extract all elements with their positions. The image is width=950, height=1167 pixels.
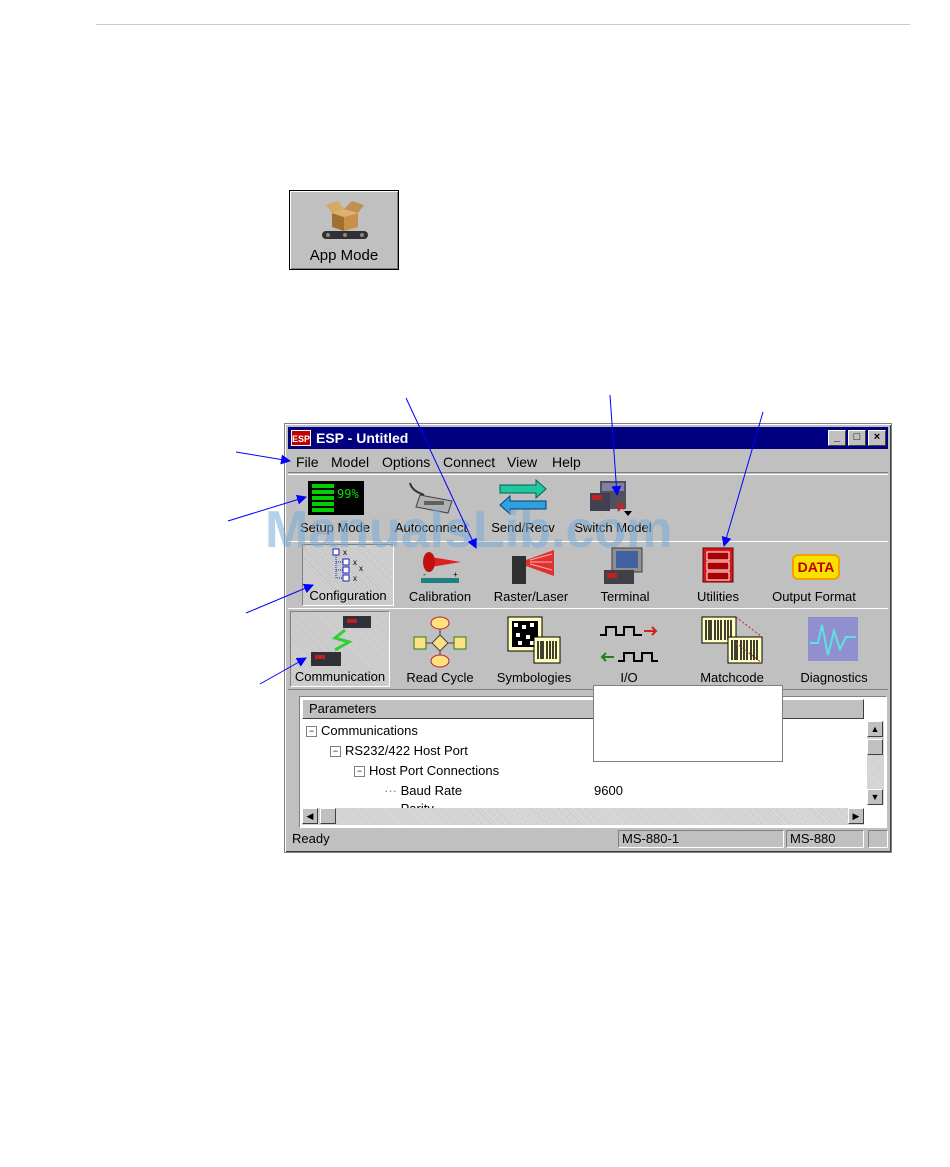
baud-rate-value[interactable]: 9600 [594, 783, 623, 798]
scroll-left-icon[interactable]: ◀ [302, 808, 318, 824]
status-device: MS-880-1 [618, 830, 784, 848]
utilities-label: Utilities [697, 589, 739, 604]
configuration-toolbar: Communication Read Cycle Symbologies I/O… [288, 608, 888, 690]
terminal-label: Terminal [600, 589, 650, 604]
communication-button[interactable]: Communication [290, 611, 390, 687]
configuration-label: Configuration [309, 588, 387, 603]
diagnostics-label: Diagnostics [800, 670, 868, 685]
svg-text:x: x [353, 574, 357, 583]
status-text: Ready [292, 831, 330, 846]
tooltip-popup [593, 685, 783, 762]
io-button[interactable]: I/O [584, 611, 674, 687]
scroll-right-icon[interactable]: ▶ [848, 808, 864, 824]
window-title: ESP - Untitled [316, 430, 409, 446]
output-format-data-icon: DATA [792, 554, 840, 580]
matchcode-button[interactable]: Matchcode [682, 611, 782, 687]
status-bar: Ready MS-880-1 MS-880 [288, 829, 888, 849]
symbologies-barcode-icon [507, 616, 561, 664]
communication-icon [311, 616, 371, 666]
horizontal-scrollbar[interactable]: ◀ ▶ [302, 808, 864, 825]
tree-row-baud-rate[interactable]: ··· Baud Rate [384, 783, 462, 798]
collapse-icon[interactable]: − [306, 726, 317, 738]
diagnostics-button[interactable]: Diagnostics [784, 611, 884, 687]
title-bar: ESP ESP - Untitled _ □ × [288, 427, 888, 449]
tree-row-host-port-connections[interactable]: − Host Port Connections [354, 763, 499, 778]
esp-logo-icon: ESP [291, 430, 311, 446]
collapse-icon[interactable]: − [330, 746, 341, 758]
arrow-menu-bar [235, 451, 291, 465]
calibration-label: Calibration [408, 589, 472, 604]
menu-options[interactable]: Options [382, 454, 430, 470]
output-format-label: Output Format [772, 589, 856, 604]
diagnostics-wave-icon [808, 617, 858, 661]
io-label: I/O [620, 670, 638, 685]
esp-window: ESP ESP - Untitled _ □ × File Model Opti… [284, 423, 892, 853]
matchcode-label: Matchcode [700, 670, 764, 685]
maximize-button[interactable]: □ [848, 430, 866, 446]
svg-text:+: + [453, 570, 458, 579]
read-cycle-flow-icon [413, 616, 467, 668]
tree-row-label: Communications [321, 723, 418, 738]
collapse-icon[interactable]: − [354, 766, 365, 778]
status-model: MS-880 [786, 830, 864, 848]
io-signal-icon [600, 626, 658, 662]
menu-bar: File Model Options Connect View Help [288, 450, 888, 473]
page-top-rule [96, 24, 910, 25]
app-mode-box-icon [322, 201, 368, 239]
menu-view[interactable]: View [507, 454, 537, 470]
read-cycle-button[interactable]: Read Cycle [396, 611, 484, 687]
scroll-thumb[interactable] [867, 739, 883, 755]
svg-text:-: - [423, 570, 426, 579]
read-cycle-label: Read Cycle [406, 670, 474, 685]
close-button[interactable]: × [868, 430, 886, 446]
matchcode-icon [701, 616, 763, 664]
vertical-scrollbar[interactable]: ▲ ▼ [867, 721, 884, 805]
resize-grip-icon[interactable] [868, 830, 888, 848]
app-mode-button[interactable]: App Mode [289, 190, 399, 270]
communication-label: Communication [294, 669, 386, 684]
symbologies-label: Symbologies [496, 670, 572, 685]
utilities-button[interactable]: Utilities [674, 544, 762, 606]
watermark: ManualsLib.com [265, 501, 673, 559]
app-mode-label: App Mode [309, 247, 379, 264]
tree-row-rs232-host-port[interactable]: − RS232/422 Host Port [330, 743, 468, 758]
scroll-up-icon[interactable]: ▲ [867, 721, 883, 737]
menu-help[interactable]: Help [552, 454, 581, 470]
menu-model[interactable]: Model [331, 454, 369, 470]
scroll-thumb-horizontal[interactable] [320, 808, 336, 824]
scroll-down-icon[interactable]: ▼ [867, 789, 883, 805]
output-format-button[interactable]: DATA Output Format [764, 544, 864, 606]
tree-row-communications[interactable]: − Communications [306, 723, 418, 738]
tree-row-label: Host Port Connections [369, 763, 500, 778]
utilities-cabinet-icon [702, 547, 734, 583]
tree-row-label: Baud Rate [400, 783, 463, 798]
menu-file[interactable]: File [296, 454, 319, 470]
symbologies-button[interactable]: Symbologies [488, 611, 580, 687]
svg-text:x: x [359, 564, 363, 573]
tree-row-label: RS232/422 Host Port [345, 743, 468, 758]
minimize-button[interactable]: _ [828, 430, 846, 446]
svg-text:99%: 99% [337, 487, 359, 501]
menu-connect[interactable]: Connect [443, 454, 495, 470]
raster-laser-label: Raster/Laser [493, 589, 569, 604]
